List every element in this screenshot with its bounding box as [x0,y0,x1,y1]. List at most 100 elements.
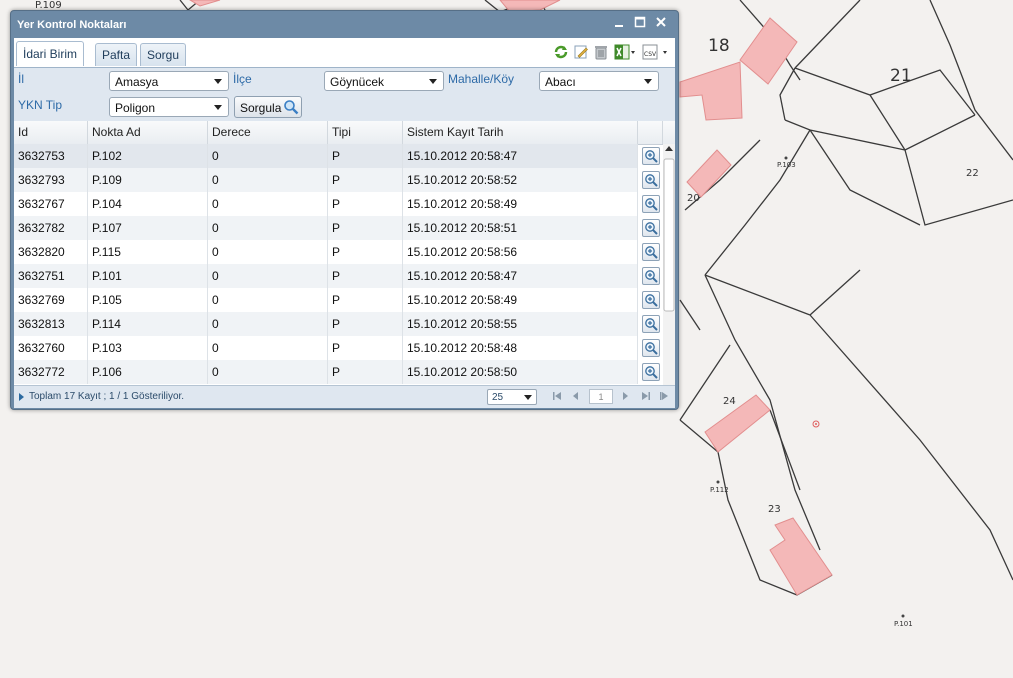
tab-idari-birim[interactable]: İdari Birim [16,41,85,66]
mahalle-select[interactable]: Abacı [539,71,659,91]
cell-nokta-ad: P.105 [88,288,208,312]
table-row[interactable]: 3632772 P.106 0 P 15.10.2012 20:58:50 [14,360,660,384]
maximize-icon[interactable] [631,14,649,30]
ykn-value: Poligon [115,101,156,115]
column-header-kayit-tarih[interactable]: Sistem Kayıt Tarih [403,121,638,144]
csv-icon[interactable]: CSV [641,44,669,60]
chevron-down-icon [524,395,532,400]
last-page-icon[interactable] [641,391,651,401]
window-body: İdari Birim Pafta Sorgu CSV İl Amasya İl… [14,38,675,408]
control-points-window: Yer Kontrol Noktaları İdari Birim Pafta … [10,10,679,410]
column-header-tipi[interactable]: Tipi [328,121,403,144]
cell-derece: 0 [208,288,328,312]
grid-header: Id Nokta Ad Derece Tipi Sistem Kayıt Tar… [14,121,675,145]
minimize-icon[interactable] [610,14,628,30]
ilce-label: İlçe [233,72,252,86]
tab-pafta[interactable]: Pafta [95,43,138,66]
chevron-down-icon [644,79,652,84]
column-header-derece[interactable]: Derece [208,121,328,144]
zoom-to-point-icon[interactable] [642,363,660,381]
cell-id: 3632767 [14,192,88,216]
cell-tipi: P [328,312,403,336]
cell-derece: 0 [208,192,328,216]
zoom-to-point-icon[interactable] [642,315,660,333]
refresh-icon[interactable] [553,44,569,60]
cell-tipi: P [328,336,403,360]
cell-id: 3632751 [14,264,88,288]
map-parcel-number: 18 [708,36,730,56]
table-row[interactable]: 3632769 P.105 0 P 15.10.2012 20:58:49 [14,288,660,312]
cell-tipi: P [328,240,403,264]
cell-nokta-ad: P.103 [88,336,208,360]
cell-kayit-tarih: 15.10.2012 20:58:47 [403,144,638,168]
cell-id: 3632769 [14,288,88,312]
refresh-page-icon[interactable] [659,391,669,401]
column-header-nokta-ad[interactable]: Nokta Ad [88,121,208,144]
cell-kayit-tarih: 15.10.2012 20:58:56 [403,240,638,264]
map-point-label: P.103 [777,161,796,169]
table-row[interactable]: 3632760 P.103 0 P 15.10.2012 20:58:48 [14,336,660,360]
edit-icon[interactable] [573,44,589,60]
il-value: Amasya [115,75,159,89]
cell-derece: 0 [208,216,328,240]
table-row[interactable]: 3632793 P.109 0 P 15.10.2012 20:58:52 [14,168,660,192]
cell-kayit-tarih: 15.10.2012 20:58:50 [403,360,638,384]
excel-icon[interactable] [614,44,636,60]
map-point-label: P.112 [710,486,729,494]
map-point-label: P.101 [894,620,913,628]
cell-kayit-tarih: 15.10.2012 20:58:48 [403,336,638,360]
zoom-to-point-icon[interactable] [642,171,660,189]
cell-kayit-tarih: 15.10.2012 20:58:47 [403,264,638,288]
search-button-label: Sorgula [240,101,282,115]
ykn-label: YKN Tip [18,98,63,112]
cell-derece: 0 [208,312,328,336]
table-row[interactable]: 3632753 P.102 0 P 15.10.2012 20:58:47 [14,144,660,168]
cell-derece: 0 [208,240,328,264]
window-titlebar[interactable]: Yer Kontrol Noktaları [11,11,678,38]
close-icon[interactable] [652,14,670,30]
column-header-id[interactable]: Id [14,121,88,144]
table-row[interactable]: 3632751 P.101 0 P 15.10.2012 20:58:47 [14,264,660,288]
page-number-input[interactable]: 1 [589,389,613,404]
chevron-down-icon [429,79,437,84]
cell-id: 3632813 [14,312,88,336]
table-row[interactable]: 3632767 P.104 0 P 15.10.2012 20:58:49 [14,192,660,216]
table-row[interactable]: 3632820 P.115 0 P 15.10.2012 20:58:56 [14,240,660,264]
search-button[interactable]: Sorgula [234,96,302,118]
cell-tipi: P [328,264,403,288]
cell-tipi: P [328,288,403,312]
search-icon [284,100,299,115]
table-row[interactable]: 3632782 P.107 0 P 15.10.2012 20:58:51 [14,216,660,240]
il-select[interactable]: Amasya [109,71,229,91]
table-row[interactable]: 3632813 P.114 0 P 15.10.2012 20:58:55 [14,312,660,336]
cell-nokta-ad: P.104 [88,192,208,216]
cell-nokta-ad: P.114 [88,312,208,336]
first-page-icon[interactable] [552,391,562,401]
next-page-icon[interactable] [621,391,631,401]
cell-kayit-tarih: 15.10.2012 20:58:52 [403,168,638,192]
zoom-to-point-icon[interactable] [642,339,660,357]
delete-icon[interactable] [593,44,609,60]
window-title: Yer Kontrol Noktaları [17,19,127,31]
cell-derece: 0 [208,144,328,168]
record-count-status: Toplam 17 Kayıt ; 1 / 1 Gösteriliyor. [29,391,185,402]
svg-text:CSV: CSV [644,51,657,58]
zoom-to-point-icon[interactable] [642,267,660,285]
page-size-value: 25 [492,392,504,403]
zoom-to-point-icon[interactable] [642,195,660,213]
cell-id: 3632772 [14,360,88,384]
cell-nokta-ad: P.101 [88,264,208,288]
ykn-select[interactable]: Poligon [109,97,229,117]
grid-footer: Toplam 17 Kayıt ; 1 / 1 Gösteriliyor. 25… [14,385,675,408]
zoom-to-point-icon[interactable] [642,243,660,261]
page-size-select[interactable]: 25 [487,389,537,405]
ilce-select[interactable]: Göynücek [324,71,444,91]
prev-page-icon[interactable] [571,391,581,401]
zoom-to-point-icon[interactable] [642,219,660,237]
il-label: İl [18,72,24,86]
zoom-to-point-icon[interactable] [642,291,660,309]
vertical-scrollbar[interactable] [663,144,675,385]
tab-sorgu[interactable]: Sorgu [140,43,187,66]
zoom-to-point-icon[interactable] [642,147,660,165]
column-header-actions [638,121,663,144]
